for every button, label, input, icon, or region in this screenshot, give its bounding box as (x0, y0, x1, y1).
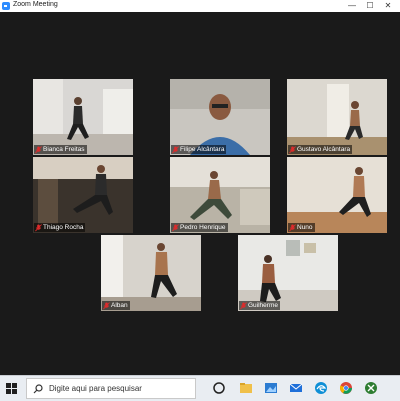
participant-name-tag: Thiago Rocha (34, 223, 86, 232)
xbox-icon[interactable] (364, 381, 378, 395)
participant-tile[interactable]: Guilherme (238, 235, 338, 311)
participant-video (170, 79, 270, 155)
search-icon (33, 384, 43, 394)
participant-video (287, 157, 387, 233)
participant-tile[interactable]: Pedro Henrique (170, 157, 270, 233)
video-gallery: Bianca Freitas Filipe Alcântara Gustavo … (0, 12, 400, 375)
minimize-button[interactable]: — (344, 0, 360, 12)
participant-video (170, 157, 270, 233)
participant-tile[interactable]: Filipe Alcântara (170, 79, 270, 155)
participant-name: Gustavo Alcântara (297, 146, 351, 153)
participant-name-tag: Bianca Freitas (34, 145, 87, 154)
windows-start-icon[interactable] (6, 383, 17, 394)
participant-video (33, 79, 133, 155)
participant-tile[interactable]: Gustavo Alcântara (287, 79, 387, 155)
participant-name: Nuno (297, 224, 313, 231)
participant-tile[interactable]: Thiago Rocha (33, 157, 133, 233)
muted-mic-icon (103, 301, 110, 309)
participant-name-tag: Filipe Alcântara (171, 145, 227, 154)
muted-mic-icon (289, 223, 296, 231)
file-explorer-icon[interactable] (239, 381, 253, 395)
participant-name: Bianca Freitas (43, 146, 85, 153)
muted-mic-icon (35, 223, 42, 231)
muted-mic-icon (35, 145, 42, 153)
participant-video (101, 235, 201, 311)
muted-mic-icon (240, 301, 247, 309)
participant-name-tag: Alban (102, 301, 130, 310)
close-button[interactable]: ✕ (380, 0, 396, 12)
participant-tile[interactable]: Nuno (287, 157, 387, 233)
participant-name: Thiago Rocha (43, 224, 84, 231)
chrome-icon[interactable] (339, 381, 353, 395)
edge-icon[interactable] (314, 381, 328, 395)
maximize-button[interactable]: ☐ (362, 0, 378, 12)
participant-name-tag: Pedro Henrique (171, 223, 228, 232)
participant-name: Alban (111, 302, 128, 309)
task-view-icon[interactable] (212, 381, 226, 395)
participant-name-tag: Gustavo Alcântara (288, 145, 353, 154)
muted-mic-icon (172, 145, 179, 153)
zoom-app-icon (2, 2, 10, 10)
window-title: Zoom Meeting (13, 1, 58, 8)
participant-name-tag: Nuno (288, 223, 315, 232)
participant-name: Pedro Henrique (180, 224, 226, 231)
participant-name-tag: Guilherme (239, 301, 280, 310)
participant-video (238, 235, 338, 311)
participant-tile[interactable]: Bianca Freitas (33, 79, 133, 155)
muted-mic-icon (172, 223, 179, 231)
photos-icon[interactable] (264, 381, 278, 395)
participant-name: Guilherme (248, 302, 278, 309)
search-placeholder: Digite aqui para pesquisar (49, 384, 142, 393)
participant-name: Filipe Alcântara (180, 146, 225, 153)
windows-taskbar: Digite aqui para pesquisar (0, 375, 400, 401)
participant-tile[interactable]: Alban (101, 235, 201, 311)
participant-video (287, 79, 387, 155)
muted-mic-icon (289, 145, 296, 153)
participant-video (33, 157, 133, 233)
mail-icon[interactable] (289, 381, 303, 395)
taskbar-search-box[interactable]: Digite aqui para pesquisar (26, 378, 196, 399)
